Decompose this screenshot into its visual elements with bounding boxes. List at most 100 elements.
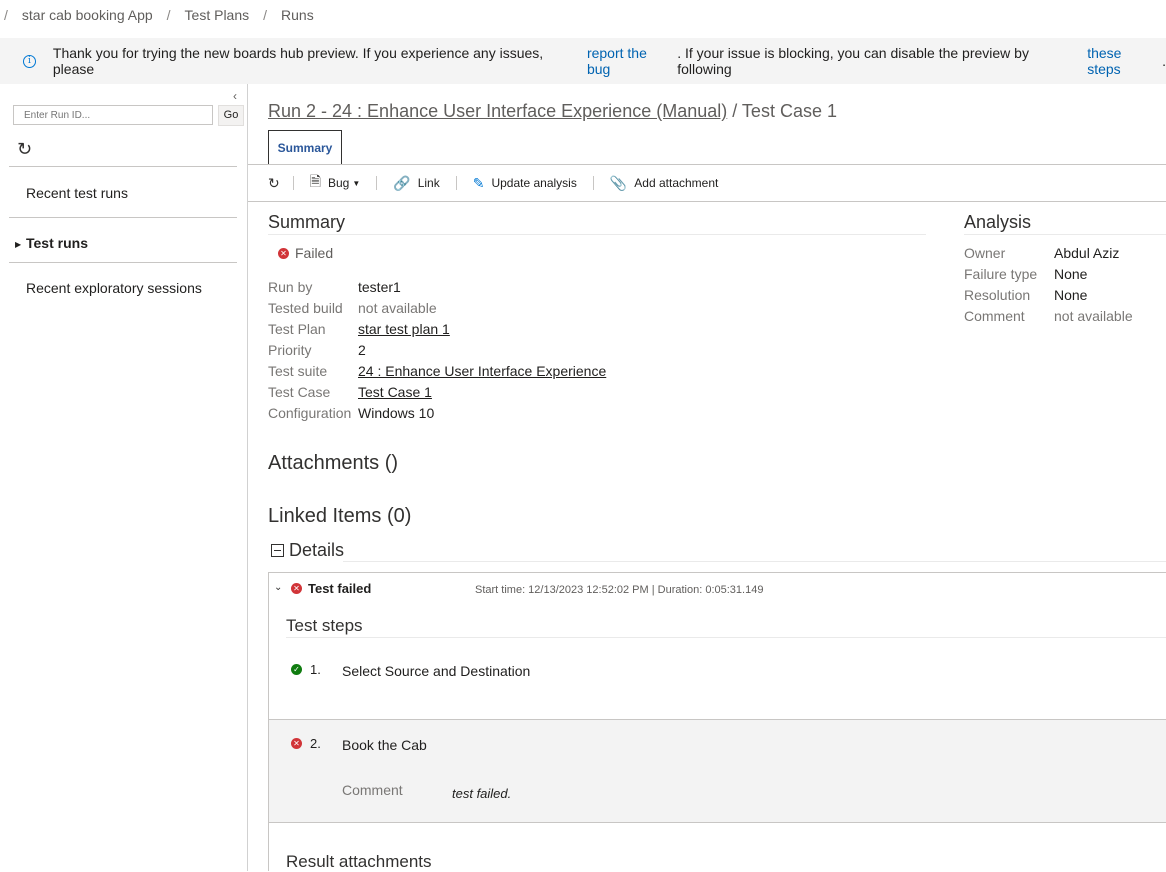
collapse-chevron-icon[interactable]: ‹: [233, 89, 237, 103]
refresh-icon[interactable]: ↻: [17, 139, 32, 160]
summary-heading: Summary: [268, 212, 346, 232]
update-analysis-button[interactable]: ✎ Update analysis: [473, 175, 577, 192]
linked-items-heading: Linked Items (0): [268, 505, 412, 527]
field-value: None: [1054, 266, 1088, 282]
link-icon: 🔗: [393, 174, 411, 191]
collapse-box-icon: [271, 544, 284, 557]
attachments-heading: Attachments (): [268, 452, 399, 474]
summary-fields: Run by tester1 Tested build not availabl…: [268, 279, 606, 426]
field-label: Tested build: [268, 300, 343, 316]
field-value: 2: [358, 342, 366, 358]
info-icon: i: [23, 54, 36, 68]
refresh-button[interactable]: ↻: [268, 175, 287, 192]
chevron-down-icon[interactable]: ⌄: [274, 582, 282, 593]
breadcrumb-separator: /: [263, 7, 268, 23]
nav-recent-test-runs[interactable]: Recent test runs: [26, 185, 128, 201]
details-heading: Details: [289, 540, 345, 560]
pencil-icon: ✎: [472, 174, 485, 191]
field-value: Windows 10: [358, 405, 435, 421]
test-steps-heading: Test steps: [286, 616, 363, 635]
banner-text-3: .: [1162, 53, 1166, 69]
left-panel: ‹ Go ↻ Recent test runs ▶ Test runs Rece…: [0, 84, 248, 871]
go-button[interactable]: Go: [218, 105, 244, 126]
breadcrumb-project[interactable]: star cab booking App: [22, 7, 153, 23]
toolbar-separator: [376, 176, 378, 190]
breadcrumb-runs[interactable]: Runs: [281, 7, 314, 23]
analysis-underline: [964, 234, 1166, 235]
link-label: Link: [417, 176, 440, 190]
failed-icon: ✕: [291, 583, 302, 594]
field-label: Failure type: [964, 266, 1038, 282]
tab-divider: [248, 164, 1166, 165]
field-row-run-by: Run by tester1: [268, 279, 606, 300]
link-button[interactable]: 🔗 Link: [393, 175, 439, 192]
status-text: Failed: [295, 245, 334, 261]
run-id-input[interactable]: [13, 105, 213, 125]
field-label: Test Case: [268, 384, 331, 400]
toolbar-separator: [292, 176, 294, 190]
field-value: tester1: [358, 279, 401, 295]
divider: [9, 262, 237, 263]
run-link[interactable]: Run 2 - 24 : Enhance User Interface Expe…: [268, 101, 727, 121]
nav-recent-exploratory-sessions[interactable]: Recent exploratory sessions: [26, 280, 202, 296]
toolbar: ↻ 🗎 Bug ▼ 🔗 Link ✎ Update analysis 📎 Add…: [268, 171, 718, 195]
tab-summary[interactable]: Summary: [268, 130, 342, 164]
details-toggle[interactable]: Details: [271, 540, 344, 561]
expand-triangle-icon[interactable]: ▶: [15, 240, 21, 249]
field-row-test-suite: Test suite 24 : Enhance User Interface E…: [268, 363, 606, 384]
analysis-row-owner: Owner Abdul Aziz: [964, 245, 1133, 266]
divider: [9, 166, 237, 167]
field-label: Test suite: [268, 363, 328, 379]
breadcrumb: / star cab booking App / Test Plans / Ru…: [0, 0, 1166, 30]
step-text: Book the Cab: [342, 737, 427, 753]
paperclip-icon: 📎: [609, 174, 628, 191]
analysis-fields: Owner Abdul Aziz Failure type None Resol…: [964, 245, 1133, 329]
failed-icon: ✕: [278, 247, 289, 259]
summary-underline: [268, 234, 926, 235]
title-suffix: / Test Case 1: [727, 101, 837, 121]
breadcrumb-separator: /: [4, 7, 8, 23]
bug-label: Bug: [328, 176, 350, 190]
toolbar-separator: [592, 176, 594, 190]
step-number: 1.: [310, 662, 321, 677]
test-plan-link[interactable]: star test plan 1: [358, 321, 450, 342]
toolbar-separator: [455, 176, 457, 190]
analysis-row-comment: Comment not available: [964, 308, 1133, 329]
field-value: not available: [358, 300, 437, 316]
field-value: not available: [1054, 308, 1133, 324]
passed-icon: ✓: [291, 664, 302, 675]
caret-down-icon: ▼: [352, 178, 361, 188]
step-row-selected[interactable]: [269, 719, 1166, 823]
toolbar-divider: [248, 201, 1166, 202]
add-attachment-button[interactable]: 📎 Add attachment: [610, 175, 719, 192]
analysis-row-resolution: Resolution None: [964, 287, 1133, 308]
breadcrumb-test-plans[interactable]: Test Plans: [185, 7, 250, 23]
comment-label: Comment: [342, 782, 403, 798]
these-steps-link[interactable]: these steps: [1087, 45, 1158, 77]
test-result-meta: Start time: 12/13/2023 12:52:02 PM | Dur…: [475, 584, 764, 596]
field-value: None: [1054, 287, 1088, 303]
analysis-row-failure-type: Failure type None: [964, 266, 1133, 287]
nav-test-runs[interactable]: Test runs: [26, 235, 88, 251]
breadcrumb-separator: /: [166, 7, 171, 23]
field-label: Priority: [268, 342, 312, 358]
preview-banner: i Thank you for trying the new boards hu…: [0, 38, 1166, 84]
report-bug-link[interactable]: report the bug: [587, 45, 673, 77]
field-value: Abdul Aziz: [1054, 245, 1120, 261]
update-analysis-label: Update analysis: [491, 176, 577, 190]
step-text: Select Source and Destination: [342, 663, 531, 679]
test-case-link[interactable]: Test Case 1: [358, 384, 432, 405]
field-row-configuration: Configuration Windows 10: [268, 405, 606, 426]
field-row-tested-build: Tested build not available: [268, 300, 606, 321]
divider: [9, 217, 237, 218]
page-title: Run 2 - 24 : Enhance User Interface Expe…: [268, 101, 837, 122]
refresh-icon: ↻: [268, 174, 280, 191]
add-attachment-label: Add attachment: [634, 176, 719, 190]
field-row-test-plan: Test Plan star test plan 1: [268, 321, 606, 342]
banner-text-1: Thank you for trying the new boards hub …: [52, 45, 544, 77]
bug-button[interactable]: 🗎 Bug ▼: [310, 171, 361, 195]
comment-value: test failed.: [452, 786, 512, 801]
details-underline: [343, 561, 1166, 562]
document-icon: 🗎: [309, 173, 321, 189]
test-suite-link[interactable]: 24 : Enhance User Interface Experience: [358, 363, 606, 384]
